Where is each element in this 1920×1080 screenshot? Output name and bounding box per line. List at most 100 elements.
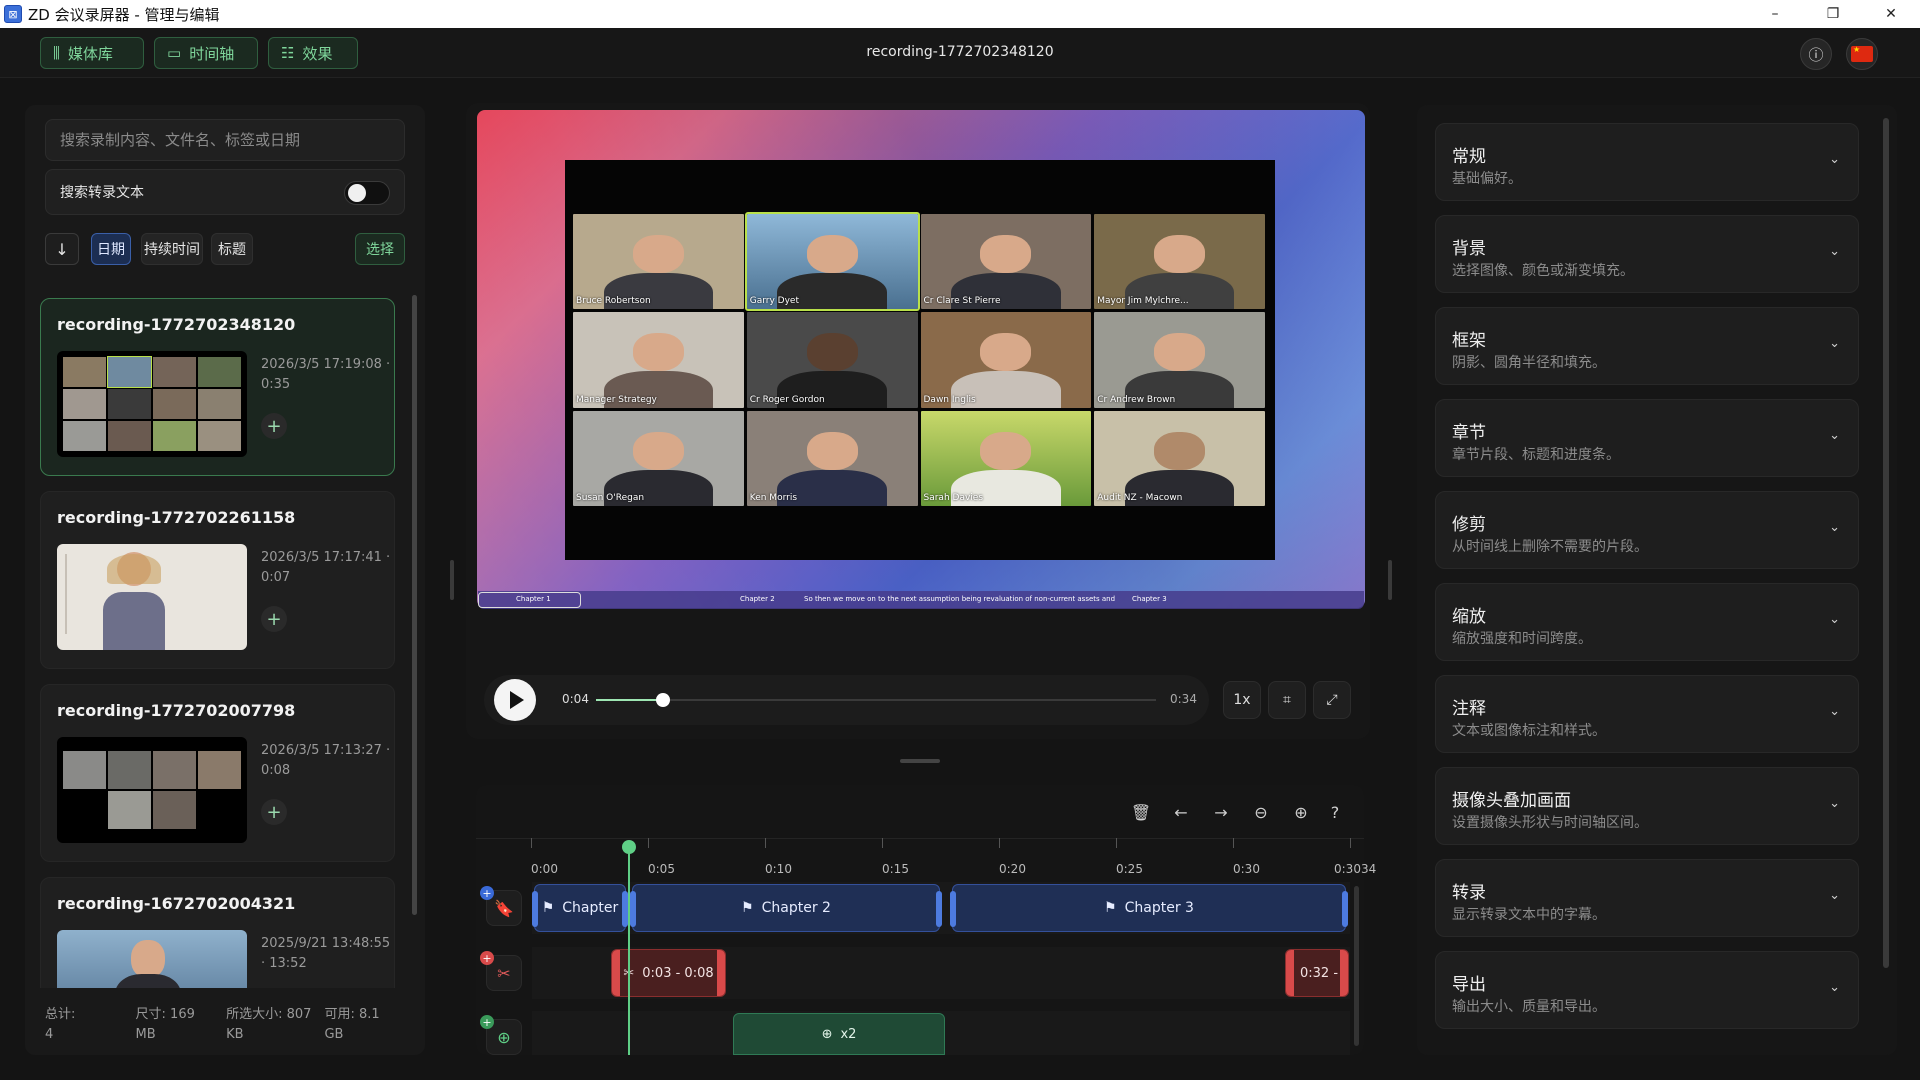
settings-section-desc: 设置摄像头形状与时间轴区间。 bbox=[1452, 815, 1648, 831]
seek-bar[interactable] bbox=[596, 693, 1156, 707]
close-button[interactable]: ✕ bbox=[1862, 0, 1920, 28]
left-resize-handle[interactable] bbox=[450, 560, 454, 600]
chevron-down-icon[interactable]: ⌄ bbox=[1829, 244, 1840, 259]
chapter-clip[interactable]: ⚑ Chapter 2 bbox=[630, 884, 942, 932]
sort-title-chip[interactable]: 标题 bbox=[211, 233, 253, 265]
play-button[interactable] bbox=[494, 679, 536, 721]
restore-button[interactable]: ❐ bbox=[1804, 0, 1862, 28]
recording-card[interactable]: recording-1772702261158 2026/3/5 17:17:4… bbox=[40, 491, 395, 669]
chevron-down-icon[interactable]: ⌄ bbox=[1829, 888, 1840, 903]
chevron-down-icon[interactable]: ⌄ bbox=[1829, 428, 1840, 443]
panel-drag-grip[interactable] bbox=[900, 759, 940, 763]
search-input[interactable] bbox=[45, 119, 405, 161]
participant-tile: Dawn Inglis bbox=[920, 312, 1092, 408]
crop-icon: ⌗ bbox=[1283, 692, 1291, 708]
zoom-in-icon[interactable]: ⊕ bbox=[1287, 798, 1315, 826]
recording-card[interactable]: recording-1772702007798 2026/3/5 17:13:2… bbox=[40, 684, 395, 862]
trim-clip[interactable]: 0:32 - ( bbox=[1285, 949, 1349, 997]
add-chapter-icon[interactable]: + bbox=[480, 886, 494, 900]
scissors-icon: ✂ bbox=[497, 963, 511, 983]
chevron-down-icon[interactable]: ⌄ bbox=[1829, 980, 1840, 995]
fullscreen-button[interactable]: ⤢ bbox=[1313, 681, 1351, 719]
participant-tile: Cr Roger Gordon bbox=[746, 312, 918, 408]
trash-icon[interactable]: 🗑 bbox=[1127, 798, 1155, 826]
playhead[interactable] bbox=[628, 848, 630, 1055]
settings-section[interactable]: 导出 输出大小、质量和导出。 ⌄ bbox=[1435, 951, 1859, 1029]
chapter-clip[interactable]: ⚑ Chapter 3 bbox=[950, 884, 1348, 932]
ruler-label: 0:30 bbox=[1233, 862, 1260, 876]
help-icon[interactable]: ? bbox=[1321, 798, 1349, 826]
ruler-tick bbox=[531, 838, 532, 848]
add-tag-button[interactable]: + bbox=[261, 606, 287, 632]
settings-section-title: 导出 bbox=[1452, 975, 1486, 995]
participant-name: Cr Roger Gordon bbox=[749, 394, 825, 405]
select-button[interactable]: 选择 bbox=[355, 233, 405, 265]
participant-tile: Mayor Jim Mylchre... bbox=[1094, 214, 1265, 310]
add-trim-icon[interactable]: + bbox=[480, 951, 494, 965]
recording-list: recording-1772702348120 2026/3/5 17:19:0… bbox=[40, 298, 395, 988]
participant-name: Manager Strategy bbox=[576, 394, 657, 405]
chevron-down-icon[interactable]: ⌄ bbox=[1829, 704, 1840, 719]
settings-section[interactable]: 修剪 从时间线上删除不需要的片段。 ⌄ bbox=[1435, 491, 1859, 569]
chevron-down-icon[interactable]: ⌄ bbox=[1829, 336, 1840, 351]
recording-duration: · 13:52 bbox=[261, 956, 307, 971]
recording-list-scrollbar[interactable] bbox=[412, 295, 417, 915]
recording-card[interactable]: recording-1772702348120 2026/3/5 17:19:0… bbox=[40, 298, 395, 476]
info-button[interactable]: ⓘ bbox=[1800, 38, 1832, 70]
settings-section[interactable]: 框架 阴影、圆角半径和填充。 ⌄ bbox=[1435, 307, 1859, 385]
add-zoom-icon[interactable]: + bbox=[480, 1015, 494, 1029]
chevron-down-icon[interactable]: ⌄ bbox=[1829, 152, 1840, 167]
settings-section[interactable]: 转录 显示转录文本中的字幕。 ⌄ bbox=[1435, 859, 1859, 937]
chevron-down-icon[interactable]: ⌄ bbox=[1829, 612, 1840, 627]
sort-date-chip[interactable]: 日期 bbox=[91, 233, 131, 265]
seek-handle[interactable] bbox=[656, 693, 671, 707]
playhead-handle[interactable] bbox=[622, 840, 636, 854]
add-tag-button[interactable]: + bbox=[261, 413, 287, 439]
zoom-clip[interactable]: ⊕ x2 bbox=[733, 1013, 945, 1055]
chapter-clip-label: Chapter bbox=[562, 900, 619, 916]
minimize-button[interactable]: – bbox=[1746, 0, 1804, 28]
settings-section[interactable]: 注释 文本或图像标注和样式。 ⌄ bbox=[1435, 675, 1859, 753]
effects-button[interactable]: ☷ 效果 bbox=[268, 37, 358, 69]
recording-duration: 0:07 bbox=[261, 570, 291, 585]
settings-scrollbar[interactable] bbox=[1883, 118, 1889, 968]
settings-section[interactable]: 摄像头叠加画面 设置摄像头形状与时间轴区间。 ⌄ bbox=[1435, 767, 1859, 845]
participant-name: Mayor Jim Mylchre... bbox=[1097, 296, 1189, 307]
recording-thumbnail bbox=[57, 930, 247, 988]
crop-button[interactable]: ⌗ bbox=[1268, 681, 1306, 719]
chapter-progress-bar[interactable]: Chapter 1 Chapter 2 So then we move on t… bbox=[478, 591, 1364, 609]
chapter-clip[interactable]: ⚑ Chapter bbox=[532, 884, 628, 932]
recording-card[interactable]: recording-1672702004321 2025/9/21 13:48:… bbox=[40, 877, 395, 988]
timeline-ruler[interactable] bbox=[476, 838, 1364, 878]
language-button[interactable] bbox=[1846, 38, 1878, 70]
settings-section[interactable]: 常规 基础偏好。 ⌄ bbox=[1435, 123, 1859, 201]
add-tag-button[interactable]: + bbox=[261, 799, 287, 825]
settings-section[interactable]: 背景 选择图像、颜色或渐变填充。 ⌄ bbox=[1435, 215, 1859, 293]
timeline-scrollbar[interactable] bbox=[1354, 886, 1359, 1046]
zoom-out-icon[interactable]: ⊖ bbox=[1247, 798, 1275, 826]
settings-section-desc: 文本或图像标注和样式。 bbox=[1452, 723, 1606, 739]
chapter-clip-label: Chapter 3 bbox=[1124, 900, 1194, 916]
settings-section[interactable]: 章节 章节片段、标题和进度条。 ⌄ bbox=[1435, 399, 1859, 477]
speed-button[interactable]: 1x bbox=[1223, 681, 1261, 719]
participant-name: Ken Morris bbox=[749, 493, 798, 503]
ruler-label: 0:3034 bbox=[1334, 862, 1377, 876]
arrow-right-icon[interactable]: → bbox=[1207, 798, 1235, 826]
right-resize-handle[interactable] bbox=[1388, 560, 1392, 600]
transcript-search-toggle[interactable] bbox=[344, 181, 390, 205]
size-label: 尺寸: 169 bbox=[135, 1007, 195, 1022]
chevron-down-icon[interactable]: ⌄ bbox=[1829, 796, 1840, 811]
zoom-in-icon: ⊕ bbox=[497, 1027, 511, 1047]
media-library-button[interactable]: ⫼ 媒体库 bbox=[40, 37, 144, 69]
sort-direction-button[interactable]: ↓ bbox=[45, 233, 79, 265]
participant-name: Sarah Davies bbox=[923, 493, 984, 503]
zoom-in-icon: ⊕ bbox=[821, 1026, 833, 1042]
settings-section[interactable]: 缩放 缩放强度和时间跨度。 ⌄ bbox=[1435, 583, 1859, 661]
timeline-button[interactable]: ▭ 时间轴 bbox=[154, 37, 258, 69]
arrow-left-icon[interactable]: ← bbox=[1167, 798, 1195, 826]
sliders-icon: ☷ bbox=[281, 44, 295, 62]
settings-section-desc: 显示转录文本中的字幕。 bbox=[1452, 907, 1606, 923]
sort-duration-chip[interactable]: 持续时间 bbox=[141, 233, 203, 265]
bookmark-icon: ⚑ bbox=[741, 900, 754, 916]
chevron-down-icon[interactable]: ⌄ bbox=[1829, 520, 1840, 535]
